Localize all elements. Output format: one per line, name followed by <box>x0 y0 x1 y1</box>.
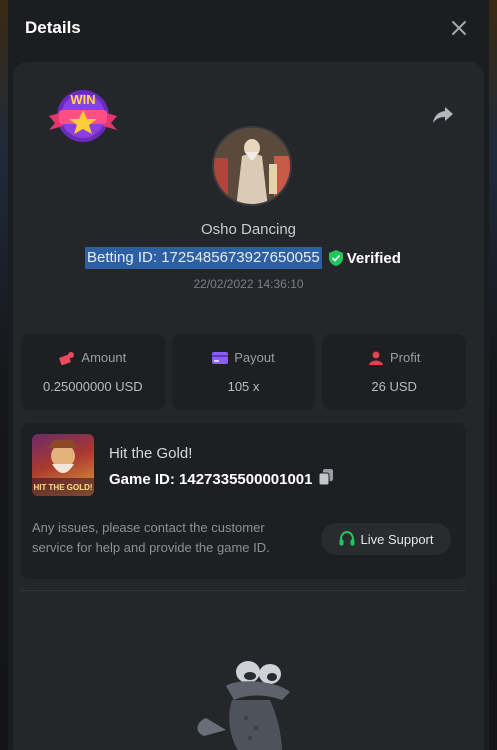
share-icon[interactable] <box>430 102 456 128</box>
win-badge-icon: WIN <box>49 90 117 142</box>
stat-payout-head: Payout <box>212 350 275 365</box>
profit-icon <box>369 351 383 365</box>
stat-profit: Profit 26 USD <box>322 334 467 410</box>
game-thumbnail[interactable]: HIT THE GOLD! <box>32 434 94 496</box>
stat-profit-label: Profit <box>390 350 421 365</box>
player-avatar <box>212 126 292 206</box>
stat-payout-value: 105 x <box>227 379 260 394</box>
crocodile-mascot-icon <box>197 661 290 750</box>
stat-amount-head: Amount <box>59 350 126 365</box>
modal-header: Details <box>8 0 489 56</box>
svg-text:WIN: WIN <box>70 92 95 107</box>
game-thumbnail-art: HIT THE GOLD! <box>32 440 94 496</box>
stat-amount: Amount 0.25000000 USD <box>21 334 165 410</box>
help-text: Any issues, please contact the customer … <box>32 520 270 555</box>
copy-button[interactable] <box>318 469 333 490</box>
avatar-image <box>214 128 290 204</box>
stat-amount-label: Amount <box>81 350 127 365</box>
divider <box>21 590 466 591</box>
copy-icon <box>318 469 333 486</box>
payout-card-icon <box>212 351 229 364</box>
stat-payout: Payout 105 x <box>171 334 316 410</box>
details-modal: Details WIN Osho Dancing Betting ID: 172… <box>8 0 489 750</box>
svg-text:HIT THE GOLD!: HIT THE GOLD! <box>33 483 92 492</box>
stat-amount-value: 0.25000000 USD <box>42 379 143 394</box>
headset-icon <box>339 531 354 546</box>
modal-title: Details <box>25 18 81 37</box>
verified-label: Verified <box>346 249 401 267</box>
betting-id-row: Betting ID: 1725485673927650055 Verified <box>85 247 401 269</box>
stat-profit-value: 26 USD <box>371 379 417 394</box>
live-support-button[interactable]: Live Support <box>321 523 451 555</box>
stats-row: Amount 0.25000000 USD Payout 105 x Profi… <box>21 334 467 410</box>
bet-timestamp: 22/02/2022 14:36:10 <box>193 277 304 291</box>
close-button[interactable] <box>447 16 471 40</box>
verified-badge: Verified <box>328 249 401 267</box>
game-info-box: HIT THE GOLD! Hit the Gold! Game ID: 142… <box>21 423 466 579</box>
shield-check-icon <box>328 250 343 266</box>
stat-profit-head: Profit <box>368 350 420 365</box>
amount-icon <box>59 351 75 365</box>
close-icon <box>452 21 466 35</box>
player-name: Osho Dancing <box>200 221 297 238</box>
game-id: Game ID: 1427335500001001 <box>109 471 313 488</box>
game-id-row: Game ID: 1427335500001001 <box>109 469 333 490</box>
betting-id[interactable]: Betting ID: 1725485673927650055 <box>85 247 322 269</box>
live-support-label: Live Support <box>360 531 434 547</box>
game-name: Hit the Gold! <box>109 445 193 462</box>
stat-payout-label: Payout <box>234 350 275 365</box>
